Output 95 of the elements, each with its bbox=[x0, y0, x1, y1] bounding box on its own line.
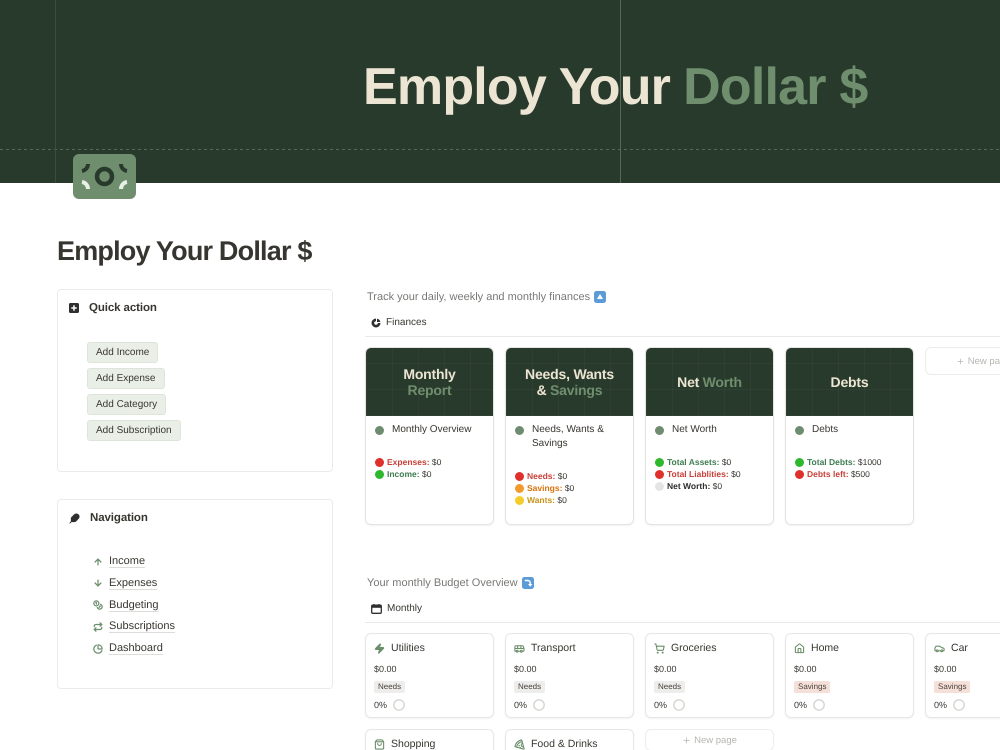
plus-square-icon bbox=[69, 303, 79, 313]
category-name: Groceries bbox=[671, 642, 717, 655]
page-dot-icon bbox=[375, 426, 384, 434]
empty-ring-icon bbox=[673, 699, 686, 711]
category-tag: Savings bbox=[934, 681, 970, 693]
percent-text: 0% bbox=[794, 699, 808, 711]
category-tag: Needs bbox=[654, 681, 686, 693]
empty-ring-icon bbox=[533, 699, 546, 711]
empty-ring-icon bbox=[813, 699, 826, 711]
category-tag: Needs bbox=[514, 681, 546, 693]
bag-icon bbox=[374, 739, 385, 750]
page-dot-icon bbox=[515, 426, 524, 434]
repeat-icon bbox=[93, 622, 103, 632]
budget-card[interactable]: Groceries $0.00 Needs 0% bbox=[645, 633, 774, 718]
budget-card[interactable]: Shopping bbox=[365, 729, 494, 750]
finance-card[interactable]: Monthly Report Monthly Overview Expenses: $0 Income: $0 bbox=[365, 347, 494, 525]
stat-text: Net Worth: $0 bbox=[667, 480, 722, 492]
amount: $0.00 bbox=[374, 663, 397, 675]
nav-link[interactable]: Expenses bbox=[93, 576, 158, 591]
stat-text: Needs: $0 bbox=[527, 470, 568, 482]
budget-card[interactable]: Car $0.00 Savings 0% bbox=[925, 633, 1000, 718]
category-name: Food & Drinks bbox=[531, 738, 598, 750]
cover-title: Net Worth bbox=[677, 374, 742, 390]
empty-ring-icon bbox=[393, 699, 406, 711]
category-name: Car bbox=[951, 642, 968, 655]
percent-text: 0% bbox=[934, 699, 948, 711]
plus-icon bbox=[682, 736, 692, 744]
stat-text: Total Assets: $0 bbox=[667, 456, 732, 468]
finance-card[interactable]: Net Worth Net Worth Total Assets: $0 Total Liablities: $0 Net Worth: $0 bbox=[645, 347, 774, 525]
action-button[interactable]: Add Category bbox=[87, 394, 166, 415]
stat-text: Income: $0 bbox=[387, 468, 432, 480]
card-title: Net Worth bbox=[672, 423, 717, 437]
leaf-icon bbox=[69, 512, 80, 524]
lightning-icon bbox=[374, 643, 385, 654]
percent-text: 0% bbox=[514, 699, 528, 711]
card-title: Needs, Wants & Savings bbox=[532, 423, 605, 451]
house-icon bbox=[794, 643, 805, 654]
page-dot-icon bbox=[795, 426, 804, 434]
car-icon bbox=[934, 643, 945, 654]
category-tag: Needs bbox=[374, 681, 406, 693]
bus-icon bbox=[514, 643, 525, 654]
plus-icon bbox=[956, 356, 965, 366]
budget-card[interactable]: Home $0.00 Savings 0% bbox=[785, 633, 914, 718]
pizza-icon bbox=[514, 739, 525, 750]
category-name: Home bbox=[811, 642, 840, 655]
arrow-down-icon bbox=[93, 578, 103, 588]
page-title: Employ Your Dollar $ bbox=[57, 235, 312, 267]
finance-card[interactable]: Debts Debts Total Debts: $1000 Debts left: $500 bbox=[785, 347, 914, 525]
action-button[interactable]: Add Income bbox=[87, 342, 158, 363]
category-name: Shopping bbox=[391, 738, 436, 750]
nav-link[interactable]: Subscriptions bbox=[93, 619, 176, 634]
stat-text: Debts left: $500 bbox=[807, 468, 870, 480]
finance-card[interactable]: Needs, Wants & Savings Needs, Wants & Savings Needs: $0 Savings: $0 Wants: $0 bbox=[505, 347, 634, 525]
action-button[interactable]: Add Subscription bbox=[87, 420, 181, 441]
coins-icon bbox=[93, 600, 103, 610]
nav-link[interactable]: Dashboard bbox=[93, 641, 163, 656]
category-tag: Savings bbox=[794, 681, 830, 693]
cart-icon bbox=[654, 643, 665, 654]
stat-text: Total Debts: $1000 bbox=[807, 456, 882, 468]
category-name: Utilities bbox=[391, 642, 425, 655]
pie-chart-icon bbox=[93, 644, 103, 654]
category-name: Transport bbox=[531, 642, 576, 655]
cover-title: Monthly Report bbox=[403, 366, 456, 398]
nav-link[interactable]: Budgeting bbox=[93, 598, 159, 612]
section-intro: Your monthly Budget Overview bbox=[367, 576, 518, 590]
page-dot-icon bbox=[655, 426, 664, 434]
percent-text: 0% bbox=[374, 699, 388, 711]
nav-link[interactable]: Income bbox=[93, 554, 146, 569]
stat-text: Wants: $0 bbox=[527, 494, 567, 506]
budget-card[interactable]: Utilities $0.00 Needs 0% bbox=[365, 633, 494, 718]
card-title: Debts bbox=[812, 423, 838, 437]
view-tab[interactable]: Monthly bbox=[371, 602, 422, 616]
empty-ring-icon bbox=[953, 699, 966, 711]
action-button[interactable]: Add Expense bbox=[87, 368, 164, 389]
donut-chart-icon bbox=[371, 318, 381, 328]
amount: $0.00 bbox=[934, 663, 957, 675]
card-heading: Quick action bbox=[89, 301, 157, 315]
stat-text: Total Liablities: $0 bbox=[667, 468, 741, 480]
budget-card[interactable]: Transport $0.00 Needs 0% bbox=[505, 633, 634, 718]
banner-title: Employ Your Dollar $ bbox=[363, 61, 868, 113]
arrow-up-icon bbox=[93, 556, 103, 566]
budget-card[interactable]: Food & Drinks bbox=[505, 729, 634, 750]
card-title: Monthly Overview bbox=[392, 423, 472, 437]
stat-text: Expenses: $0 bbox=[387, 456, 442, 468]
amount: $0.00 bbox=[514, 663, 537, 675]
section-intro: Track your daily, weekly and monthly finances bbox=[367, 290, 590, 304]
amount: $0.00 bbox=[654, 663, 677, 675]
percent-text: 0% bbox=[654, 699, 668, 711]
cover-title: Needs, Wants & Savings bbox=[525, 366, 614, 398]
card-heading: Navigation bbox=[90, 511, 148, 525]
calendar-icon bbox=[371, 604, 382, 614]
amount: $0.00 bbox=[794, 663, 817, 675]
stat-text: Savings: $0 bbox=[527, 482, 574, 494]
cover-title: Debts bbox=[830, 374, 868, 390]
view-tab[interactable]: Finances bbox=[371, 316, 427, 330]
